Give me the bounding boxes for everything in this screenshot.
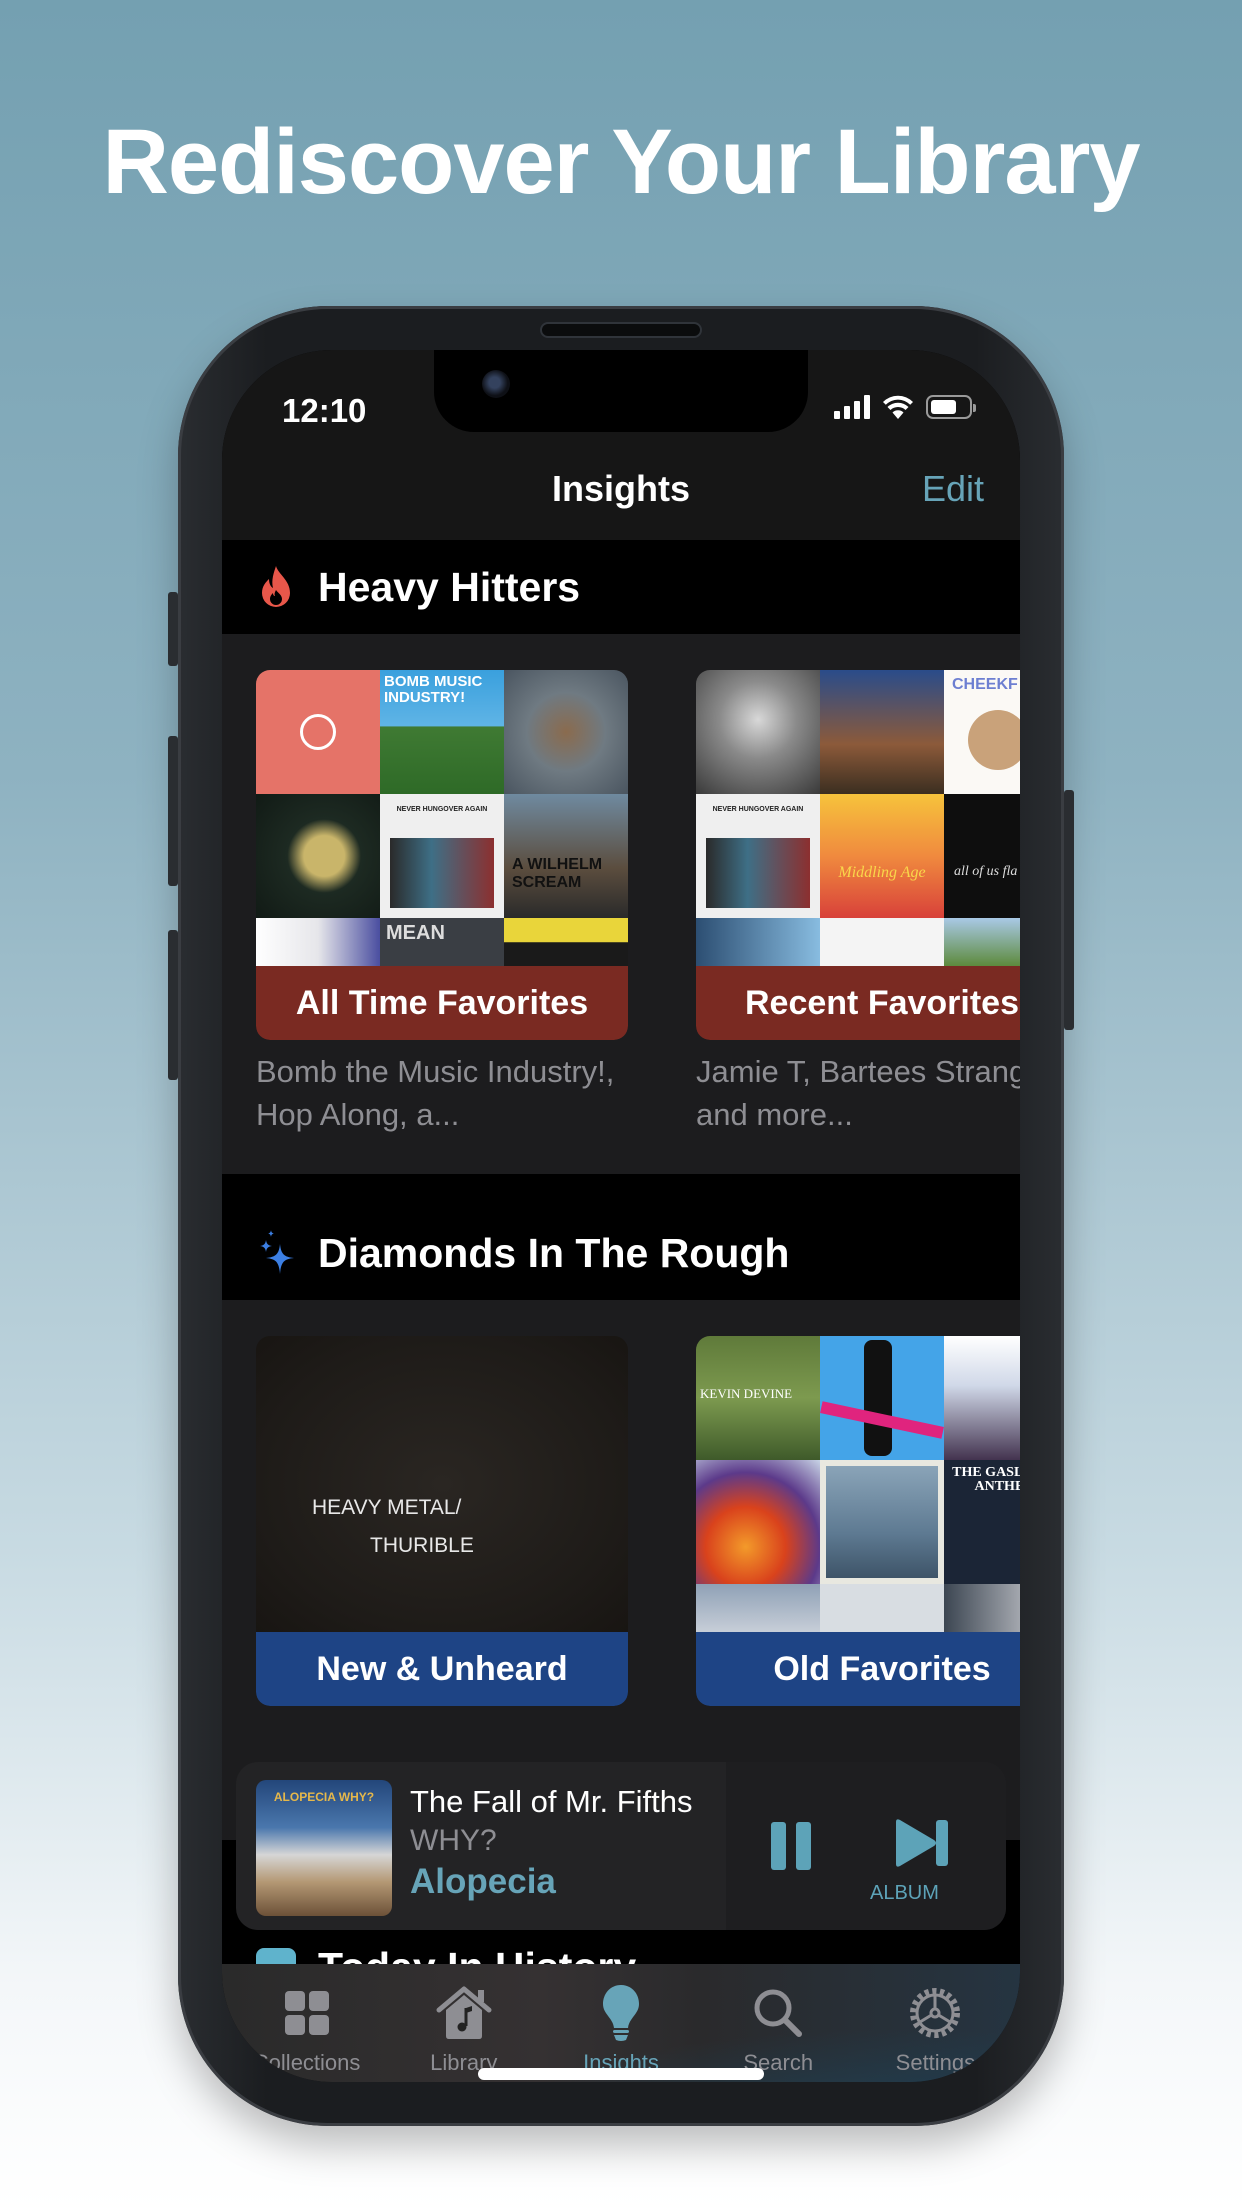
- album-art-tile: [504, 918, 628, 966]
- album-art-tile: [820, 1584, 944, 1632]
- album-art-tile: [256, 918, 380, 966]
- album-art-tile: CHEEKF: [944, 670, 1020, 794]
- magnifier-icon: [750, 1984, 806, 2042]
- tab-label: Collections: [252, 2050, 361, 2075]
- album-art-tile: [944, 918, 1020, 966]
- section-spacer: [222, 1174, 1020, 1206]
- phone-screen: 12:10 Insights Edit Heavy Hitters BOMB M…: [222, 350, 1020, 2082]
- section-title: Diamonds In The Rough: [318, 1229, 790, 1276]
- pause-icon[interactable]: [771, 1822, 811, 1870]
- page-title: Insights: [551, 468, 690, 509]
- home-indicator[interactable]: [478, 2068, 764, 2080]
- tab-bar: Collections Library Insights Search Sett…: [222, 1964, 1020, 2082]
- tab-label: Settings: [895, 2050, 976, 2075]
- album-art-collage: BOMB MUSIC INDUSTRY! NEVER HUNGOVER AGAI…: [256, 670, 628, 966]
- album-art-tile: [820, 670, 944, 794]
- collection-subtitle: Jamie T, Bartees Strange, and more...: [696, 1054, 1020, 1132]
- album-art-tile: [696, 670, 820, 794]
- album-art-tile: Middling Age: [820, 794, 944, 918]
- artwork-text: ALOPECIA WHY?: [273, 1790, 375, 1804]
- status-icons: [834, 394, 976, 420]
- insights-content: Heavy Hitters BOMB MUSIC INDUSTRY! NEVER…: [222, 540, 1020, 1840]
- tab-insights[interactable]: Insights: [542, 1984, 699, 2076]
- collection-card-all-time-favorites[interactable]: BOMB MUSIC INDUSTRY! NEVER HUNGOVER AGAI…: [256, 670, 628, 1040]
- phone-side-button: [1064, 790, 1074, 1030]
- collection-card-new-and-unheard[interactable]: HEAVY METAL/ THURIBLE New & Unheard: [256, 1336, 628, 1706]
- cellular-signal-icon: [834, 395, 870, 419]
- album-art-tile: [820, 1460, 944, 1584]
- tab-search[interactable]: Search: [700, 1984, 857, 2076]
- album-art-text: THURIBLE: [370, 1534, 474, 1557]
- section-title: Heavy Hitters: [318, 563, 581, 610]
- album-art-tile: [256, 670, 380, 794]
- battery-icon: [926, 395, 976, 419]
- section-heavy-hitters: BOMB MUSIC INDUSTRY! NEVER HUNGOVER AGAI…: [222, 634, 1020, 1174]
- now-playing-title: The Fall of Mr. Fifths: [410, 1784, 693, 1819]
- album-art-collage: CHEEKF NEVER HUNGOVER AGAIN Middling Age…: [696, 670, 1020, 966]
- album-art-tile: [504, 670, 628, 794]
- edit-button[interactable]: Edit: [922, 468, 984, 510]
- album-art-tile: [944, 1584, 1020, 1632]
- marketing-headline: Rediscover Your Library: [102, 111, 1140, 213]
- album-art-tile: all of us fla: [944, 794, 1020, 918]
- album-art-tile: [820, 1336, 944, 1460]
- album-art-tile: [696, 1584, 820, 1632]
- front-camera: [482, 370, 510, 398]
- album-art-tile: [696, 1460, 820, 1584]
- album-art-tile: [944, 1336, 1020, 1460]
- wifi-icon: [883, 395, 913, 419]
- album-art-tile: THE GASLIGHT ANTHEM: [944, 1460, 1020, 1584]
- album-art-tile: A WILHELM SCREAM: [504, 794, 628, 918]
- album-art-tile: MEAN: [380, 918, 504, 966]
- collection-label: Recent Favorites: [696, 966, 1020, 1040]
- collection-subtitle: Bomb the Music Industry!, Hop Along, a..…: [256, 1054, 615, 1132]
- now-playing-artist[interactable]: WHY?: [410, 1824, 497, 1858]
- phone-volume-down-button: [168, 930, 178, 1080]
- lightbulb-icon: [593, 1984, 649, 2042]
- album-art-tile: [696, 918, 820, 966]
- phone-volume-up-button: [168, 736, 178, 886]
- section-header-diamonds-in-the-rough: Diamonds In The Rough: [222, 1206, 1020, 1300]
- music-house-icon: [436, 1984, 492, 2042]
- album-art-tile: [256, 794, 380, 918]
- album-art-text: HEAVY METAL/: [312, 1496, 462, 1519]
- skip-forward-icon[interactable]: [892, 1818, 952, 1868]
- gear-icon: [907, 1984, 963, 2042]
- tab-library[interactable]: Library: [385, 1984, 542, 2076]
- album-art-tile: BOMB MUSIC INDUSTRY!: [380, 670, 504, 794]
- phone-speaker: [540, 322, 702, 338]
- tab-settings[interactable]: Settings: [857, 1984, 1014, 2076]
- album-art-tile: NEVER HUNGOVER AGAIN: [380, 794, 504, 918]
- album-art: HEAVY METAL/ THURIBLE: [256, 1336, 628, 1632]
- now-playing-album[interactable]: Alopecia: [410, 1862, 556, 1902]
- tab-collections[interactable]: Collections: [228, 1984, 385, 2076]
- grid-icon: [279, 1984, 335, 2042]
- now-playing-controls-panel: [726, 1762, 1006, 1930]
- album-art-tile: [820, 918, 944, 966]
- album-art-tile: KEVIN DEVINE: [696, 1336, 820, 1460]
- status-time: 12:10: [282, 392, 367, 429]
- album-art-tile: NEVER HUNGOVER AGAIN: [696, 794, 820, 918]
- now-playing-artwork[interactable]: ALOPECIA WHY?: [256, 1780, 392, 1916]
- now-playing-bar[interactable]: ALOPECIA WHY? The Fall of Mr. Fifths WHY…: [236, 1762, 1006, 1930]
- section-diamonds-in-the-rough: HEAVY METAL/ THURIBLE New & Unheard KEVI…: [222, 1300, 1020, 1840]
- skip-album-label: ALBUM: [870, 1882, 939, 1904]
- collection-label: All Time Favorites: [256, 966, 628, 1040]
- phone-frame: 12:10 Insights Edit Heavy Hitters BOMB M…: [168, 306, 1074, 2126]
- collection-card-recent-favorites[interactable]: CHEEKF NEVER HUNGOVER AGAIN Middling Age…: [696, 670, 1020, 1040]
- flame-icon: [256, 564, 296, 610]
- album-art-collage: KEVIN DEVINE THE GASLIGHT ANTHEM: [696, 1336, 1020, 1632]
- collection-label: Old Favorites: [696, 1632, 1020, 1706]
- phone-mute-switch: [168, 592, 178, 666]
- collection-card-old-favorites[interactable]: KEVIN DEVINE THE GASLIGHT ANTHEM: [696, 1336, 1020, 1706]
- sparkle-icon: [256, 1230, 296, 1276]
- section-header-heavy-hitters: Heavy Hitters: [222, 540, 1020, 634]
- collection-label: New & Unheard: [256, 1632, 628, 1706]
